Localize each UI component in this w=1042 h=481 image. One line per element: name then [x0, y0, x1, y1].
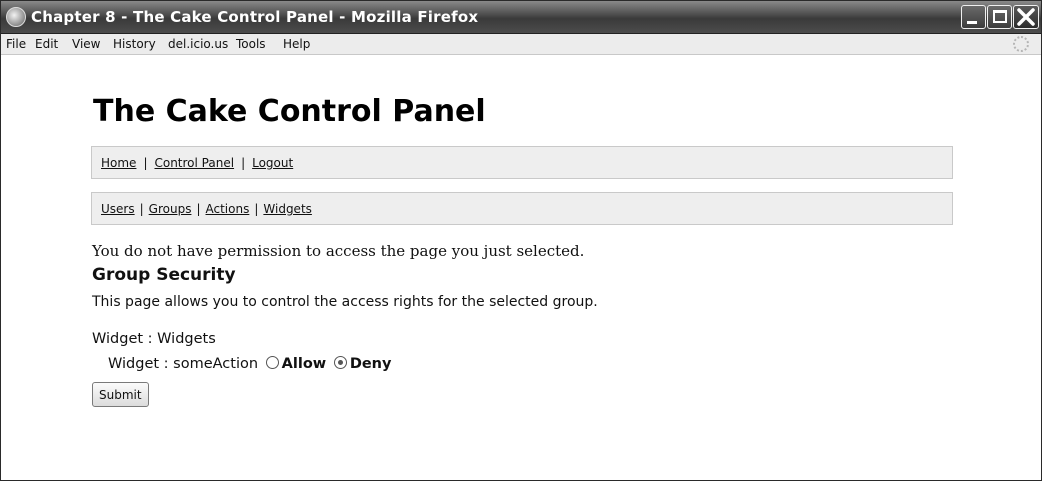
- submit-button[interactable]: Submit: [92, 382, 149, 407]
- menu-bar: File Edit View History del.icio.us Tools…: [1, 34, 1041, 55]
- main-nav: Home | Control Panel | Logout: [91, 146, 953, 179]
- minimize-button[interactable]: [961, 5, 986, 29]
- nav-control-panel-link[interactable]: Control Panel: [154, 156, 234, 170]
- group-line: Widget : Widgets: [92, 331, 216, 347]
- nav-groups-link[interactable]: Groups: [149, 202, 192, 216]
- nav-separator: |: [196, 202, 201, 216]
- page-content: The Cake Control Panel Home | Control Pane…: [1, 56, 1041, 480]
- browser-window: Chapter 8 - The Cake Control Panel - Moz…: [0, 0, 1042, 481]
- menu-history[interactable]: History: [113, 37, 156, 51]
- deny-label[interactable]: Deny: [350, 356, 392, 372]
- menu-delicious[interactable]: del.icio.us: [168, 37, 228, 51]
- minimize-icon: [967, 21, 977, 24]
- menu-edit[interactable]: Edit: [35, 37, 58, 51]
- menu-view[interactable]: View: [72, 37, 100, 51]
- nav-separator: |: [254, 202, 259, 216]
- menu-tools[interactable]: Tools: [236, 37, 266, 51]
- firefox-icon: [6, 7, 26, 27]
- site-title: The Cake Control Panel: [93, 94, 486, 129]
- throbber-icon: [1013, 36, 1029, 52]
- nav-separator: |: [143, 156, 148, 170]
- nav-users-link[interactable]: Users: [101, 202, 135, 216]
- deny-radio[interactable]: [333, 356, 347, 369]
- action-label: Widget : someAction: [108, 356, 259, 372]
- menu-file[interactable]: File: [6, 37, 26, 51]
- title-bar[interactable]: Chapter 8 - The Cake Control Panel - Moz…: [1, 1, 1041, 34]
- menu-help[interactable]: Help: [283, 37, 310, 51]
- permission-message: You do not have permission to access the…: [92, 242, 585, 260]
- nav-actions-link[interactable]: Actions: [206, 202, 250, 216]
- section-title: Group Security: [92, 265, 236, 285]
- nav-widgets-link[interactable]: Widgets: [263, 202, 312, 216]
- admin-nav: Users | Groups | Actions | Widgets: [91, 192, 953, 225]
- maximize-icon: [993, 10, 1007, 23]
- allow-radio[interactable]: [265, 356, 279, 369]
- nav-separator: |: [139, 202, 144, 216]
- action-row: Widget : someAction Allow Deny: [108, 356, 391, 372]
- close-button[interactable]: [1013, 5, 1039, 29]
- nav-separator: |: [241, 156, 246, 170]
- section-description: This page allows you to control the acce…: [92, 294, 598, 310]
- nav-home-link[interactable]: Home: [101, 156, 136, 170]
- nav-logout-link[interactable]: Logout: [252, 156, 293, 170]
- close-icon: [1017, 8, 1035, 26]
- allow-label[interactable]: Allow: [282, 356, 327, 372]
- window-title: Chapter 8 - The Cake Control Panel - Moz…: [31, 8, 479, 26]
- maximize-button[interactable]: [987, 5, 1012, 29]
